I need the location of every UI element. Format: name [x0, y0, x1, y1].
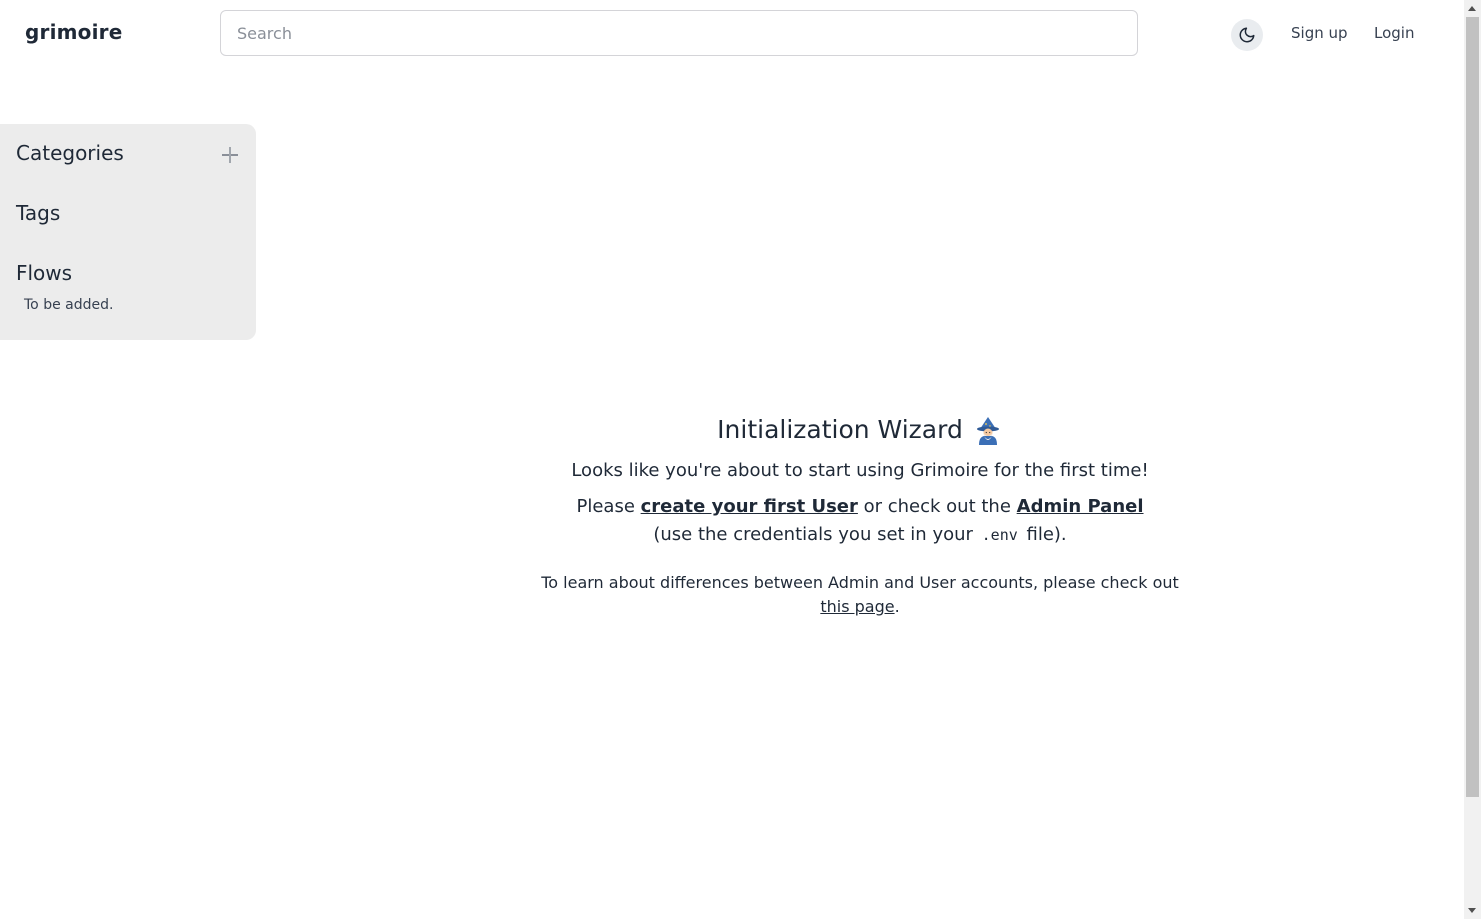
moon-icon: [1239, 27, 1255, 43]
signup-link[interactable]: Sign up: [1291, 24, 1348, 42]
p2-middle: or check out the: [857, 496, 1017, 517]
wizard-accounts-note: To learn about differences between Admin…: [530, 571, 1190, 619]
plus-icon: [222, 147, 238, 163]
mage-emoji-icon: [976, 417, 999, 445]
vertical-scrollbar[interactable]: [1464, 0, 1481, 919]
top-navbar: grimoire Sign up Login: [0, 0, 1464, 68]
wizard-instructions: Please create your first User or check o…: [560, 493, 1160, 549]
p2-end: file).: [1020, 524, 1067, 545]
wizard-title-text: Initialization Wizard: [717, 415, 963, 444]
initialization-wizard: Initialization Wizard Looks like you're …: [530, 412, 1190, 619]
p2-before: Please: [576, 496, 641, 517]
brand-logo-link[interactable]: grimoire: [25, 20, 123, 44]
admin-panel-link[interactable]: Admin Panel: [1017, 496, 1144, 517]
login-link[interactable]: Login: [1374, 24, 1414, 42]
p2-after-admin: (use the credentials you set in your: [653, 524, 979, 545]
flows-note: To be added.: [24, 297, 114, 313]
scroll-thumb[interactable]: [1466, 17, 1479, 797]
search-input[interactable]: [220, 10, 1138, 56]
add-category-button[interactable]: [220, 145, 240, 165]
sidebar-tags-heading: Tags: [16, 201, 61, 225]
env-file-code: .env: [981, 526, 1018, 544]
scroll-down-arrow-icon[interactable]: [1468, 908, 1476, 913]
this-page-link[interactable]: this page: [820, 597, 894, 616]
create-first-user-link[interactable]: create your first User: [641, 496, 858, 517]
scroll-up-arrow-icon[interactable]: [1468, 6, 1476, 11]
sidebar-flows-heading: Flows: [16, 261, 73, 285]
p3-end: .: [894, 597, 900, 616]
theme-toggle-button[interactable]: [1231, 19, 1263, 51]
sidebar: Categories Tags Flows To be added.: [0, 124, 256, 340]
wizard-title: Initialization Wizard: [530, 412, 1190, 448]
sidebar-categories-heading: Categories: [16, 141, 124, 165]
wizard-intro: Looks like you're about to start using G…: [571, 460, 1149, 481]
p3-before: To learn about differences between Admin…: [541, 573, 1179, 592]
page: grimoire Sign up Login Categories Tags F…: [0, 0, 1481, 919]
